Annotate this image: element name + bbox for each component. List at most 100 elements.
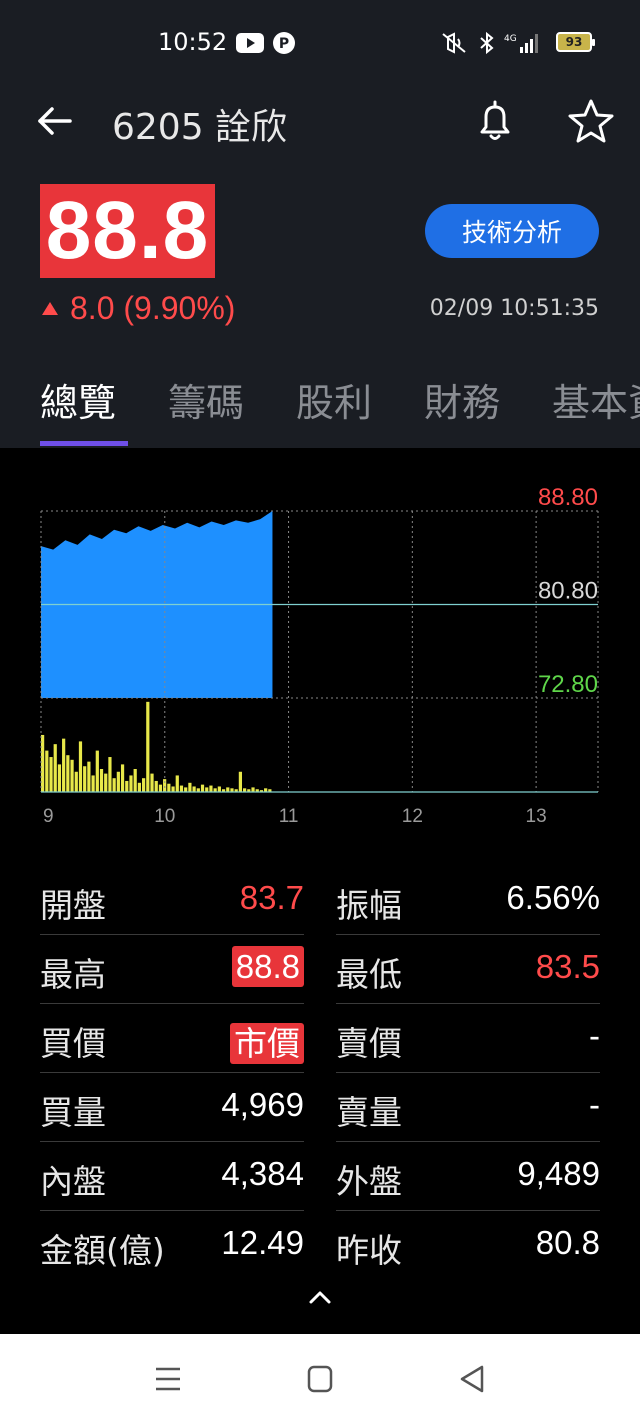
volume-bar [133, 769, 137, 792]
x-axis-label: 9 [43, 806, 54, 827]
quote-timestamp: 02/09 10:51:35 [429, 296, 599, 321]
active-tab-indicator [40, 441, 128, 446]
volume-bar [184, 787, 188, 792]
star-icon [568, 99, 614, 143]
volume-bar [99, 769, 104, 792]
tab-dividend[interactable]: 股利 [296, 372, 384, 446]
stat-value-text: 83.5 [535, 948, 600, 985]
volume-bar [150, 773, 154, 792]
stat-value: 83.7 [174, 879, 304, 917]
x-axis-label: 11 [279, 806, 299, 827]
volume-bar [66, 755, 70, 792]
volume-bar [70, 759, 74, 792]
stat-label: 開盤 [40, 886, 106, 925]
y-axis-label: 72.80 [538, 671, 598, 698]
stat-row: 買量 4,969 賣量 - [40, 1073, 600, 1142]
stat-value-text: - [589, 1017, 600, 1054]
intraday-chart[interactable]: 88.80 80.80 72.80 9 10 11 12 13 [0, 448, 640, 838]
volume-bar [146, 701, 150, 792]
volume-bar [125, 780, 129, 792]
stat-value: 4,384 [174, 1155, 304, 1193]
chevron-up-icon [309, 1291, 331, 1304]
technical-analysis-button[interactable]: 技術分析 [425, 204, 599, 258]
volume-bar [205, 787, 209, 792]
menu-icon [156, 1367, 180, 1391]
stat-label: 外盤 [336, 1162, 402, 1201]
volume-bar [108, 757, 112, 792]
stat-value: 80.8 [470, 1224, 600, 1262]
svg-text:P: P [279, 36, 289, 52]
volume-bar [158, 784, 163, 792]
volume-bar [83, 766, 87, 792]
stat-value: - [470, 1086, 600, 1124]
home-button[interactable] [300, 1362, 340, 1396]
mute-icon [440, 30, 468, 56]
volume-bar [129, 775, 133, 792]
status-time: 10:52 [158, 28, 228, 56]
stat-value-text: 9,489 [517, 1155, 600, 1192]
price-change: 8.0 (9.90%) [42, 290, 235, 327]
stat-value-text: 4,384 [221, 1155, 304, 1192]
stat-row: 內盤 4,384 外盤 9,489 [40, 1142, 600, 1211]
x-axis-label: 10 [154, 806, 175, 827]
stat-value-text: 12.49 [221, 1224, 304, 1261]
volume-bar [200, 784, 205, 792]
volume-bar [104, 773, 108, 792]
stat-value: 12.49 [174, 1224, 304, 1262]
volume-bar [171, 786, 175, 792]
volume-bar [167, 783, 171, 792]
stat-value-text: 80.8 [535, 1224, 600, 1261]
up-triangle-icon [42, 302, 58, 315]
square-icon [307, 1365, 333, 1393]
stat-label: 買價 [40, 1024, 106, 1063]
stat-label: 賣量 [336, 1093, 402, 1132]
volume-bar [41, 734, 45, 792]
volume-bar [62, 738, 66, 792]
tab-bar: 總覽 籌碼 股利 財務 基本資 [0, 372, 640, 446]
volume-bar [142, 778, 146, 792]
stat-label: 賣價 [336, 1024, 402, 1063]
battery-icon: 93 [556, 32, 595, 52]
volume-bar [57, 764, 62, 792]
volume-bar [179, 785, 184, 792]
stat-label: 金額(億) [40, 1231, 165, 1270]
stat-value-text: 6.56% [506, 879, 600, 916]
stat-label: 最低 [336, 955, 402, 994]
system-nav-bar [0, 1334, 640, 1422]
stat-value: 4,969 [174, 1086, 304, 1124]
x-axis-label: 12 [402, 806, 423, 827]
tab-basic-info[interactable]: 基本資 [552, 372, 640, 446]
volume-bar [49, 757, 53, 792]
bell-icon [480, 100, 510, 140]
stat-row: 買價 市價 賣價 - [40, 1004, 600, 1073]
tab-chips[interactable]: 籌碼 [168, 372, 256, 446]
alert-button[interactable] [470, 96, 520, 146]
stat-value: 9,489 [470, 1155, 600, 1193]
stat-value: 88.8 [174, 946, 304, 987]
volume-bar [112, 778, 116, 792]
stat-label: 內盤 [40, 1162, 106, 1201]
back-button[interactable] [30, 98, 80, 144]
signal-icon: 4G [504, 30, 544, 56]
svg-text:4G: 4G [504, 34, 517, 44]
tab-financial[interactable]: 財務 [424, 372, 512, 446]
favorite-button[interactable] [566, 96, 616, 146]
triangle-back-icon [460, 1365, 484, 1393]
volume-bar [78, 741, 83, 792]
volume-bar [192, 786, 196, 792]
volume-bar [217, 786, 221, 792]
stat-value-text: 83.7 [239, 879, 304, 916]
recent-apps-button[interactable] [148, 1362, 188, 1396]
volume-bar [188, 782, 192, 792]
stat-value: - [470, 1017, 600, 1055]
page-title: 6205 詮欣 [112, 107, 288, 148]
stat-label: 最高 [40, 955, 106, 994]
tab-overview[interactable]: 總覽 [40, 372, 128, 446]
y-axis-label: 88.80 [538, 484, 598, 511]
stat-value: 市價 [174, 1017, 304, 1065]
back-nav-button[interactable] [452, 1362, 492, 1396]
volume-bar [74, 771, 78, 792]
parking-icon: P [272, 30, 296, 56]
stat-label: 買量 [40, 1093, 106, 1132]
expand-button[interactable] [300, 1282, 340, 1312]
